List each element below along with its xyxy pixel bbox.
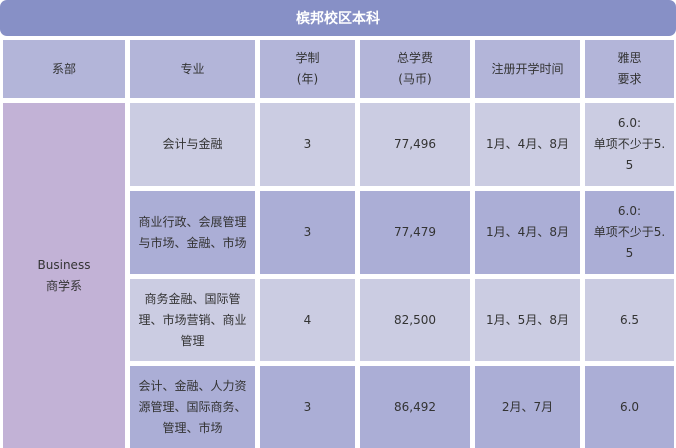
row-3-duration: 4: [260, 279, 355, 361]
department-cell: Business 商学系: [3, 103, 125, 448]
header-tuition: 总学费 (马币): [360, 40, 470, 98]
row-3-major: 商务金融、国际管 理、市场营销、商业 管理: [130, 279, 255, 361]
header-major: 专业: [130, 40, 255, 98]
row-3-ielts: 6.5: [585, 279, 674, 361]
table-title: 槟邦校区本科: [0, 0, 676, 36]
header-department: 系部: [3, 40, 125, 98]
row-4-tuition: 86,492: [360, 366, 470, 448]
row-1-major: 会计与金融: [130, 103, 255, 186]
row-2-ielts: 6.0: 单项不少于5. 5: [585, 191, 674, 274]
row-2-duration: 3: [260, 191, 355, 274]
row-2-tuition: 77,479: [360, 191, 470, 274]
row-2-major: 商业行政、会展管理 与市场、金融、市场: [130, 191, 255, 274]
header-ielts: 雅思 要求: [585, 40, 674, 98]
row-4-duration: 3: [260, 366, 355, 448]
row-1-ielts: 6.0: 单项不少于5. 5: [585, 103, 674, 186]
row-1-duration: 3: [260, 103, 355, 186]
row-3-tuition: 82,500: [360, 279, 470, 361]
row-4-intake: 2月、7月: [475, 366, 580, 448]
row-1-tuition: 77,496: [360, 103, 470, 186]
row-4-major: 会计、金融、人力资 源管理、国际商务、 管理、市场: [130, 366, 255, 448]
row-3-intake: 1月、5月、8月: [475, 279, 580, 361]
row-4-ielts: 6.0: [585, 366, 674, 448]
header-duration: 学制 (年): [260, 40, 355, 98]
row-1-intake: 1月、4月、8月: [475, 103, 580, 186]
header-intake: 注册开学时间: [475, 40, 580, 98]
row-2-intake: 1月、4月、8月: [475, 191, 580, 274]
